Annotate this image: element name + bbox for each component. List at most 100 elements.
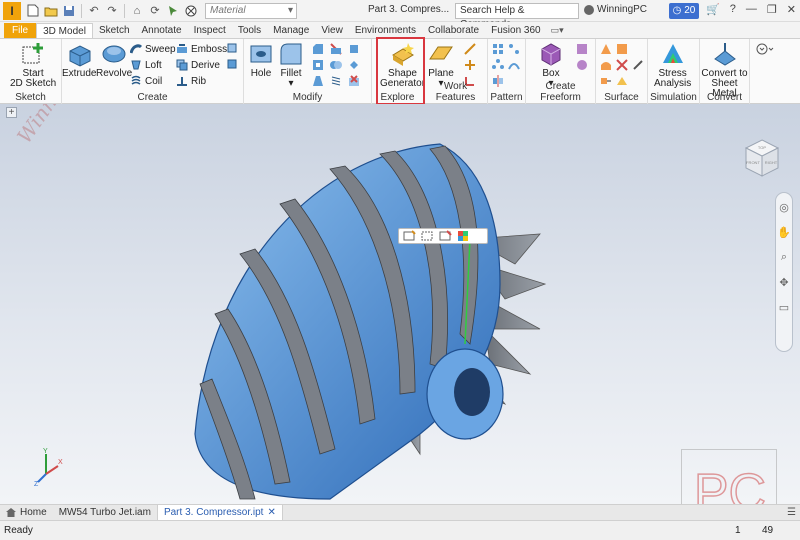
zoom-icon[interactable]: ⌕ (781, 251, 787, 264)
material-dropdown[interactable]: Material (205, 2, 297, 19)
tab-tools[interactable]: Tools (232, 23, 267, 38)
rib-button[interactable]: Rib (176, 74, 206, 88)
shaft-bore (454, 368, 490, 416)
close-tab-icon[interactable]: ✕ (267, 505, 275, 520)
notification-badge[interactable]: ◷ 20 (669, 3, 699, 19)
save-icon[interactable] (61, 3, 77, 19)
rectangular-pattern-icon[interactable] (492, 43, 504, 55)
tab-sketch[interactable]: Sketch (93, 23, 136, 38)
sweep-button[interactable]: Sweep (130, 42, 176, 56)
tab-collaborate[interactable]: Collaborate (422, 23, 485, 38)
mini-edit-feature-icon[interactable] (439, 230, 453, 242)
convert-to-sheet-metal-button[interactable]: Convert to Sheet Metal (700, 41, 749, 99)
tab-fusion-360[interactable]: Fusion 360 (485, 23, 546, 38)
update-icon[interactable]: ⟳ (147, 3, 163, 19)
viewcube[interactable]: TOP FRONT RIGHT (740, 136, 784, 180)
help-search-input[interactable]: Search Help & Commands... (455, 3, 579, 30)
tab-annotate[interactable]: Annotate (136, 23, 188, 38)
stress-analysis-button[interactable]: Stress Analysis (654, 41, 691, 89)
mirror-pattern-icon[interactable] (492, 75, 504, 87)
stitch-icon[interactable] (600, 43, 612, 55)
sculpt-icon[interactable] (600, 59, 612, 71)
new-file-icon[interactable] (25, 3, 41, 19)
repair-icon[interactable] (632, 59, 644, 71)
simulation-panel: Stress Analysis Simulation (648, 39, 700, 105)
viewcube-front-label: FRONT (746, 160, 760, 165)
extend-icon[interactable] (600, 75, 612, 87)
path-pattern-icon[interactable] (508, 59, 520, 71)
extrude-button[interactable]: Extrude (62, 41, 96, 79)
select-icon[interactable] (165, 3, 181, 19)
patch-icon[interactable] (616, 43, 628, 55)
look-at-icon[interactable]: ▭ (779, 301, 789, 314)
tab-environments[interactable]: Environments (349, 23, 422, 38)
fillet-button[interactable]: Fillet ▾ (278, 41, 304, 89)
mirror-icon[interactable] (226, 42, 238, 54)
user-account[interactable]: WinningPC (584, 4, 647, 15)
split-icon[interactable] (330, 43, 342, 55)
tab-inspect[interactable]: Inspect (188, 23, 232, 38)
close-icon[interactable]: ✕ (787, 3, 796, 16)
trim-icon[interactable] (616, 59, 628, 71)
mini-sketch-icon[interactable] (403, 230, 417, 242)
ribbon-expand-icon[interactable] (756, 43, 774, 55)
cart-icon[interactable]: 🛒 (706, 3, 720, 16)
axis-icon[interactable] (464, 43, 476, 55)
chamfer-icon[interactable] (312, 43, 324, 55)
draft-icon[interactable] (312, 75, 324, 87)
open-folder-icon[interactable] (43, 3, 59, 19)
redo-icon[interactable]: ↷ (104, 3, 120, 19)
ribbon: Start 2D Sketch Sketch Extrude Revolve S… (0, 38, 800, 105)
freeform-face-icon[interactable] (576, 43, 588, 55)
pan-icon[interactable]: ✋ (777, 226, 791, 239)
hole-icon (250, 45, 272, 63)
appearance-icon[interactable] (183, 3, 199, 19)
tab-home[interactable]: Home (0, 505, 53, 520)
copy-object-icon[interactable] (348, 59, 360, 71)
thread-icon[interactable] (330, 75, 342, 87)
compressor-model[interactable] (0, 104, 800, 504)
restore-icon[interactable]: ❐ (767, 3, 777, 16)
mini-appearance-icon[interactable] (457, 230, 471, 242)
tab-file[interactable]: File (4, 23, 37, 38)
circular-pattern-icon[interactable] (492, 59, 504, 71)
tab-menu-icon[interactable]: ☰ (787, 507, 796, 518)
mini-edit-sketch-icon[interactable] (421, 230, 435, 242)
coil-button[interactable]: Coil (130, 74, 162, 88)
tab-view[interactable]: View (315, 23, 349, 38)
shell-icon[interactable] (312, 59, 324, 71)
tab-3d-model[interactable]: 3D Model (36, 23, 93, 38)
app-logo[interactable]: I (3, 1, 21, 20)
thicken-icon[interactable] (226, 58, 238, 70)
steering-wheel-icon[interactable]: ◎ (779, 201, 789, 214)
tab-manage[interactable]: Manage (267, 23, 315, 38)
hole-button[interactable]: Hole (248, 41, 274, 79)
replace-face-icon[interactable] (616, 75, 628, 87)
graphics-viewport[interactable]: + WinningPC (0, 104, 800, 504)
sketch-pattern-icon[interactable] (508, 43, 520, 55)
help-icon[interactable]: ? (730, 3, 736, 16)
home-view-icon[interactable]: ⌂ (129, 3, 145, 19)
simulation-panel-title: Simulation (650, 92, 697, 103)
point-icon[interactable] (464, 59, 476, 71)
viewcube-right-label: RIGHT (765, 160, 778, 165)
orbit-icon[interactable]: ✥ (779, 276, 788, 289)
tab-mw54-turbo-jet[interactable]: MW54 Turbo Jet.iam (53, 505, 157, 520)
shape-generator-icon (391, 43, 414, 66)
ribbon-options-icon[interactable]: ▭▾ (547, 23, 568, 38)
start-2d-sketch-button[interactable]: Start 2D Sketch (10, 41, 56, 89)
loft-button[interactable]: Loft (130, 58, 162, 72)
minimize-icon[interactable]: — (746, 3, 757, 16)
shape-generator-button[interactable]: Shape Generator (380, 41, 425, 89)
combine-icon[interactable] (330, 59, 342, 71)
tab-part-3-compressor[interactable]: Part 3. Compressor.ipt ✕ (156, 505, 283, 520)
delete-face-icon[interactable] (348, 75, 360, 87)
pc-watermark-logo: PC (681, 449, 777, 504)
undo-icon[interactable]: ↶ (86, 3, 102, 19)
emboss-button[interactable]: Emboss (176, 42, 227, 56)
freeform-convert-icon[interactable] (576, 59, 588, 71)
title-bar: I ↶ ↷ ⌂ ⟳ Material Part 3. Compres... Se… (0, 0, 800, 30)
move-face-icon[interactable] (348, 43, 360, 55)
revolve-button[interactable]: Revolve (96, 41, 132, 79)
derive-button[interactable]: Derive (176, 58, 220, 72)
